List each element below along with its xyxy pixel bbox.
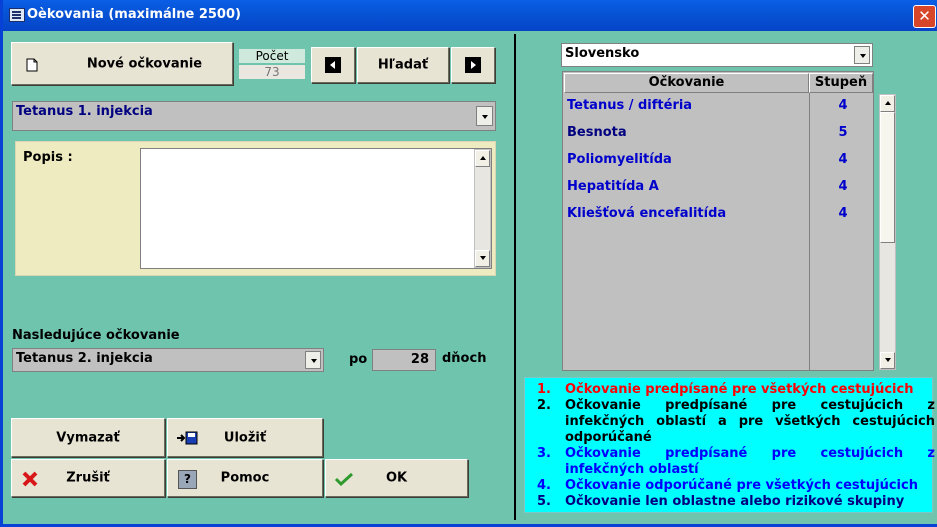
chevron-down-icon[interactable]	[854, 46, 870, 64]
days-unit-label: dňoch	[442, 351, 487, 366]
cancel-label: Zrušiť	[66, 470, 110, 486]
panel-divider	[514, 34, 516, 520]
next-vaccination-select[interactable]: Tetanus 2. injekcia	[12, 348, 324, 372]
vaccination-name: Besnota	[567, 125, 627, 140]
save-label: Uložiť	[223, 430, 267, 445]
next-vaccination-label: Nasledujúce očkovanie	[12, 328, 180, 343]
vaccination-degree: 4	[838, 152, 848, 167]
table-row[interactable]: Hepatitída A 4	[565, 174, 875, 201]
vaccination-degree: 4	[838, 98, 848, 113]
legend-text: Očkovanie predpísané pre všetkých cestuj…	[565, 382, 914, 397]
after-label: po	[349, 352, 368, 367]
scroll-down-icon[interactable]	[475, 250, 490, 267]
save-button[interactable]: Uložiť	[167, 418, 323, 457]
search-label: Hľadať	[377, 57, 429, 73]
legend-text: Očkovanie predpísané pre cestujúcich z i…	[565, 398, 935, 445]
scroll-up-icon[interactable]	[475, 150, 490, 167]
description-scrollbar[interactable]	[474, 149, 491, 268]
column-header-degree[interactable]: Stupeň	[809, 73, 873, 93]
description-label: Popis :	[23, 150, 73, 165]
vaccination-degree: 5	[838, 125, 848, 140]
vaccination-table: Očkovanie Stupeň Tetanus / diftéria 4 Besn…	[562, 71, 874, 371]
table-row[interactable]: Besnota 5	[565, 120, 875, 147]
new-document-icon	[26, 58, 38, 72]
title-bar[interactable]: Oèkovania (maximálne 2500) ✕	[3, 0, 937, 31]
table-row[interactable]: Poliomyelitída 4	[565, 147, 875, 174]
form-icon	[9, 8, 25, 22]
search-button[interactable]: Hľadať	[357, 47, 449, 83]
count-label: Počet	[239, 49, 305, 63]
vaccine-select-value: Tetanus 1. injekcia	[16, 104, 153, 119]
vaccination-name: Kliešťová encefalitída	[567, 206, 727, 221]
new-vaccination-label: Nové očkovanie	[86, 56, 203, 71]
legend-number: 4.	[537, 478, 551, 493]
legend-text: Očkovanie odporúčané pre všetkých cestuj…	[565, 478, 918, 493]
table-row[interactable]: Kliešťová encefalitída 4	[565, 201, 875, 228]
legend-number: 5.	[537, 494, 551, 509]
arrow-left-icon	[325, 57, 341, 73]
vaccine-select[interactable]: Tetanus 1. injekcia	[12, 101, 496, 131]
help-label: Pomoc	[220, 470, 270, 486]
new-vaccination-button[interactable]: Nové očkovanie	[11, 42, 233, 85]
previous-button[interactable]	[311, 47, 355, 83]
vaccination-degree: 4	[838, 179, 848, 194]
country-select-value: Slovensko	[565, 46, 640, 61]
description-textarea[interactable]	[140, 148, 492, 269]
table-row[interactable]: Tetanus / diftéria 4	[565, 93, 875, 120]
vaccination-name: Tetanus / diftéria	[567, 98, 693, 113]
legend-number: 2.	[537, 398, 551, 413]
ok-label: OK	[385, 470, 408, 486]
vaccination-name: Hepatitída A	[567, 179, 659, 194]
ok-button[interactable]: OK	[325, 459, 468, 497]
scroll-thumb[interactable]	[880, 112, 895, 243]
scroll-up-icon[interactable]	[880, 95, 895, 112]
legend-panel: 1. Očkovanie predpísané pre všetkých cest…	[524, 377, 935, 513]
vaccination-window: Oèkovania (maximálne 2500) ✕ Nové očkova…	[0, 0, 937, 527]
legend-text: Očkovanie len oblastne alebo rizikové sk…	[565, 494, 905, 509]
scroll-down-icon[interactable]	[880, 352, 895, 369]
help-button[interactable]: ? Pomoc	[167, 459, 323, 497]
legend-number: 3.	[537, 446, 551, 461]
next-button[interactable]	[451, 47, 495, 83]
arrow-right-icon	[465, 57, 481, 73]
delete-label: Vymazať	[56, 430, 120, 445]
close-button[interactable]: ✕	[913, 5, 936, 28]
table-body: Tetanus / diftéria 4 Besnota 5 Poliomyelitíd…	[564, 93, 874, 370]
delete-button[interactable]: Vymazať	[11, 418, 165, 457]
days-input[interactable]: 28	[372, 349, 436, 371]
vaccination-name: Poliomyelitída	[567, 152, 672, 167]
count-value: 73	[239, 65, 305, 79]
table-scrollbar[interactable]	[879, 94, 896, 370]
vaccination-degree: 4	[838, 206, 848, 221]
column-header-vaccination[interactable]: Očkovanie	[564, 73, 809, 93]
cancel-button[interactable]: Zrušiť	[11, 459, 165, 497]
country-select[interactable]: Slovensko	[561, 43, 873, 67]
description-panel: Popis :	[15, 141, 496, 276]
client-area: Nové očkovanie Počet 73 Hľadať Tetanus 1…	[6, 31, 937, 524]
next-vaccination-value: Tetanus 2. injekcia	[16, 351, 153, 366]
chevron-down-icon[interactable]	[476, 106, 493, 126]
legend-text: Očkovanie predpísané pre cestujúcich z i…	[565, 446, 935, 477]
window-title: Oèkovania (maximálne 2500)	[27, 7, 241, 22]
legend-number: 1.	[537, 382, 551, 397]
chevron-down-icon[interactable]	[305, 351, 321, 369]
